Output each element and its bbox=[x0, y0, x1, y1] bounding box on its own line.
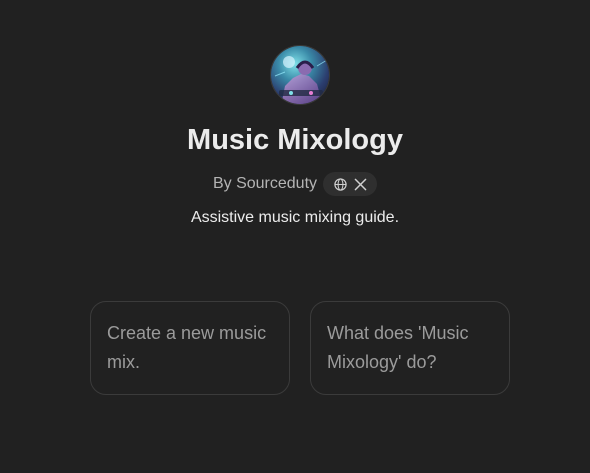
starter-text: What does 'Music Mixology' do? bbox=[327, 323, 469, 372]
globe-icon[interactable] bbox=[333, 177, 347, 191]
avatar-image-icon bbox=[271, 46, 329, 104]
conversation-starter-what-does[interactable]: What does 'Music Mixology' do? bbox=[310, 301, 510, 395]
byline-row: By Sourceduty bbox=[0, 172, 590, 196]
author-byline: By Sourceduty bbox=[212, 175, 318, 192]
gpt-title: Music Mixology bbox=[187, 124, 403, 156]
starter-text: Create a new music mix. bbox=[107, 323, 267, 372]
gpt-description: Assistive music mixing guide. bbox=[190, 209, 400, 226]
gpt-home: Music Mixology By Sourceduty Assistive m… bbox=[0, 0, 590, 473]
conversation-starter-create-mix[interactable]: Create a new music mix. bbox=[90, 301, 290, 395]
author-links bbox=[323, 172, 378, 196]
gpt-avatar bbox=[270, 45, 330, 105]
x-logo-icon[interactable] bbox=[353, 177, 367, 191]
